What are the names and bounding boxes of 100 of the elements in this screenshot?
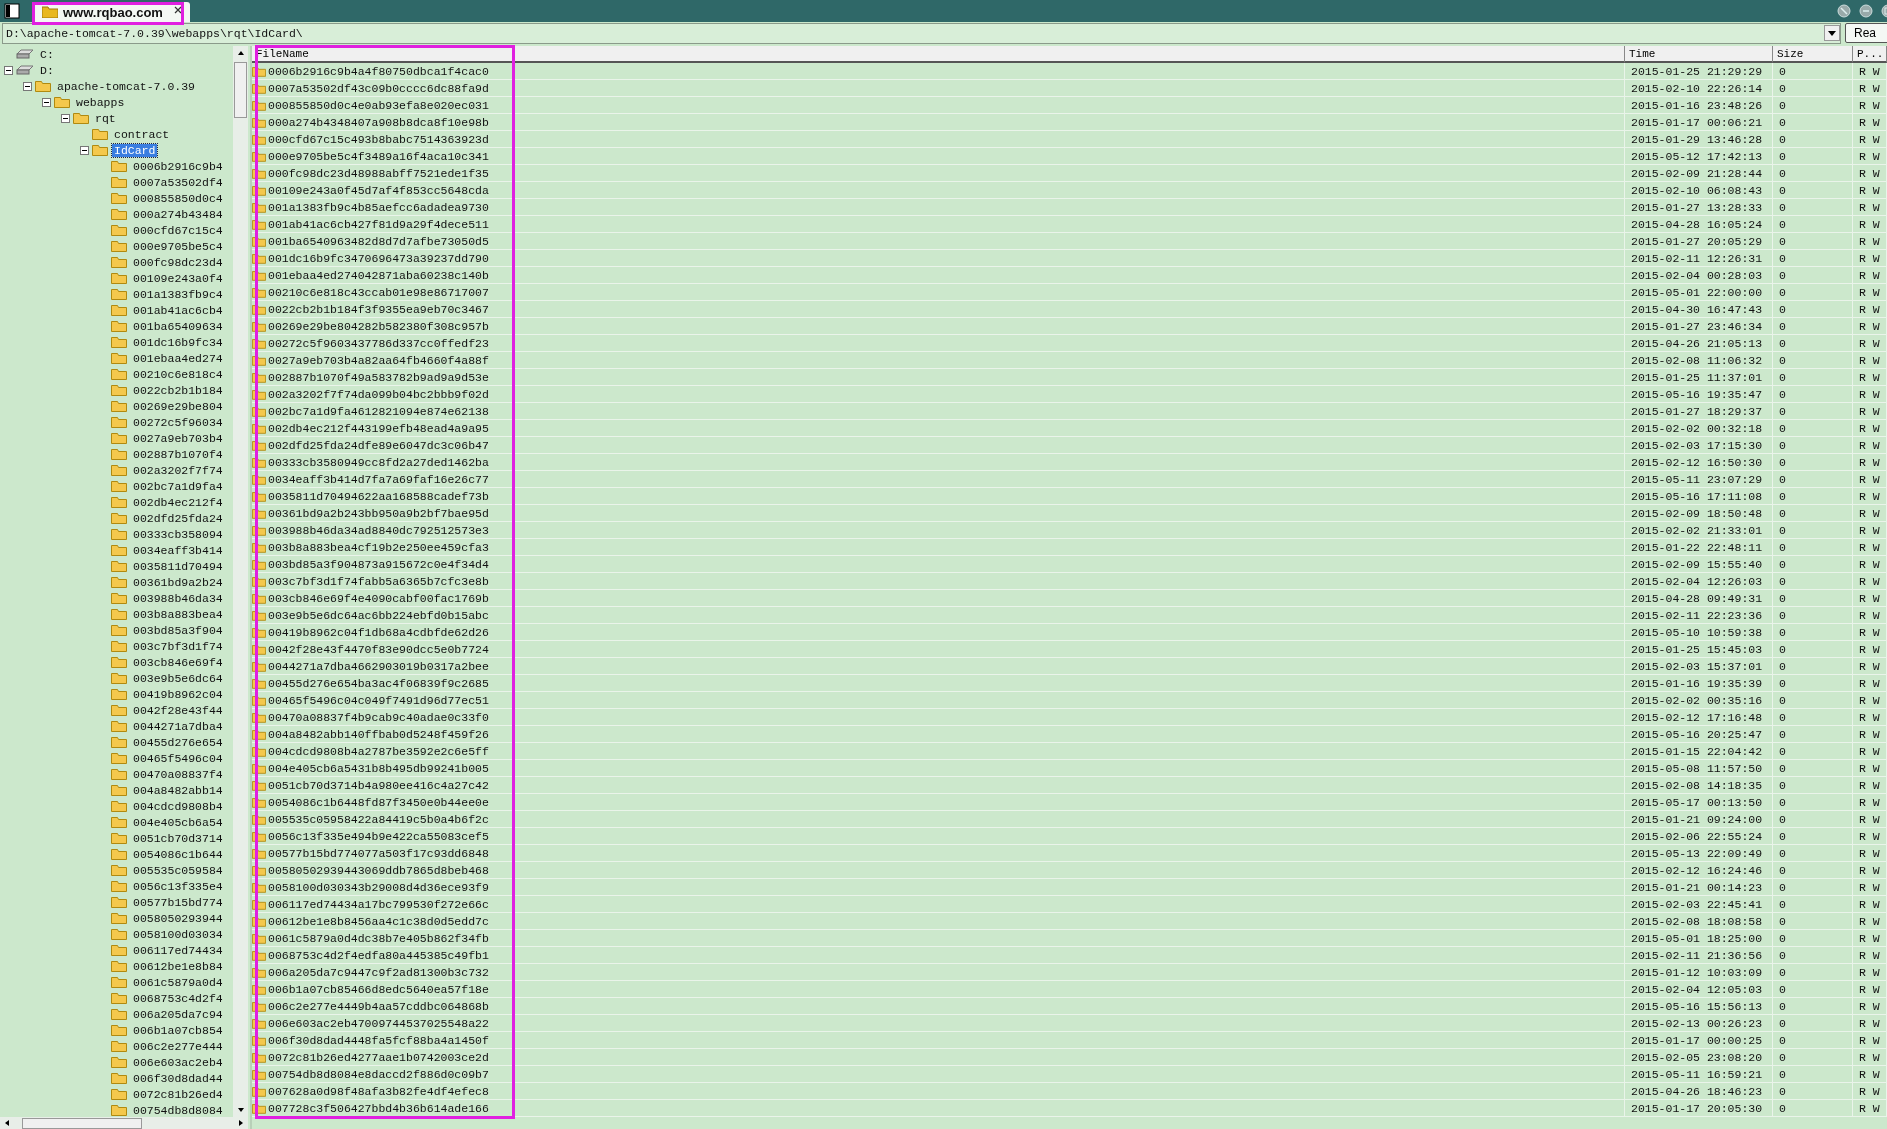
file-name[interactable]: 00470a08837f4b9cab9c40adae0c33f0 [268, 710, 489, 724]
tree-item[interactable]: 0034eaff3b414 [131, 543, 225, 557]
tree-toggle[interactable] [4, 65, 13, 75]
tree-item[interactable]: 00612be1e8b84 [131, 959, 225, 973]
file-name[interactable]: 00580502939443069ddb7865d8beb468 [268, 863, 489, 877]
file-name[interactable]: 004cdcd9808b4a2787be3592e2c6e5ff [268, 744, 489, 758]
file-name[interactable]: 006c2e277e4449b4aa57cddbc064868b [268, 999, 489, 1013]
file-name[interactable]: 000a274b4348407a908b8dca8f10e98b [268, 115, 489, 129]
file-name[interactable]: 0022cb2b1b184f3f9355ea9eb70c3467 [268, 302, 489, 316]
tree-item[interactable]: 002db4ec212f4 [131, 495, 225, 509]
file-name[interactable]: 001ebaa4ed274042871aba60238c140b [268, 268, 489, 282]
tree-item[interactable]: D: [38, 63, 56, 77]
file-name[interactable]: 0044271a7dba4662903019b0317a2bee [268, 659, 489, 673]
file-name[interactable]: 001a1383fb9c4b85aefcc6adadea9730 [268, 200, 489, 214]
tree-item[interactable]: 0027a9eb703b4 [131, 431, 225, 445]
tree-item[interactable]: 003c7bf3d1f74 [131, 639, 225, 653]
window-control-icon[interactable] [1837, 4, 1851, 18]
tree-item[interactable]: 00455d276e654 [131, 735, 225, 749]
scroll-thumb[interactable] [22, 1117, 142, 1129]
scroll-thumb[interactable] [234, 62, 247, 118]
tree-item[interactable]: 006117ed74434 [131, 943, 225, 957]
tree-toggle[interactable] [23, 81, 32, 91]
tree-item[interactable]: 00272c5f96034 [131, 415, 225, 429]
tree-item[interactable]: 0058050293944 [131, 911, 225, 925]
tree-item[interactable]: 000fc98dc23d4 [131, 255, 225, 269]
horizontal-scrollbar[interactable] [0, 1117, 248, 1129]
tree-item[interactable]: 006b1a07cb854 [131, 1023, 225, 1037]
file-name[interactable]: 002887b1070f49a583782b9ad9a9d53e [268, 370, 489, 384]
close-icon[interactable] [173, 6, 182, 14]
tree-item[interactable]: 0056c13f335e4 [131, 879, 225, 893]
file-name[interactable]: 002bc7a1d9fa4612821094e874e62138 [268, 404, 489, 418]
file-name[interactable]: 003b8a883bea4cf19b2e250ee459cfa3 [268, 540, 489, 554]
tree-item[interactable]: 0006b2916c9b4 [131, 159, 225, 173]
file-name[interactable]: 0042f28e43f4470f83e90dcc5e0b7724 [268, 642, 489, 656]
file-name[interactable]: 00455d276e654ba3ac4f06839f9c2685 [268, 676, 489, 690]
window-control-icon[interactable] [1859, 4, 1873, 18]
tree-item[interactable]: 004cdcd9808b4 [131, 799, 225, 813]
file-name[interactable]: 00612be1e8b8456aa4c1c38d0d5edd7c [268, 914, 489, 928]
tree-item[interactable]: 005535c059584 [131, 863, 225, 877]
tree-item[interactable]: 0035811d70494 [131, 559, 225, 573]
file-name[interactable]: 0035811d70494622aa168588cadef73b [268, 489, 489, 503]
tree-item[interactable]: 0051cb70d3714 [131, 831, 225, 845]
tree-item[interactable]: 00465f5496c04 [131, 751, 225, 765]
file-name[interactable]: 006e603ac2eb47009744537025548a22 [268, 1016, 489, 1030]
tree-item[interactable]: 00361bd9a2b24 [131, 575, 225, 589]
file-name[interactable]: 002dfd25fda24dfe89e6047dc3c06b47 [268, 438, 489, 452]
file-name[interactable]: 006a205da7c9447c9f2ad81300b3c732 [268, 965, 489, 979]
tree-item[interactable]: 000a274b43484 [131, 207, 225, 221]
file-name[interactable]: 003988b46da34ad8840dc792512573e3 [268, 523, 489, 537]
file-name[interactable]: 00577b15bd774077a503f17c93dd6848 [268, 846, 489, 860]
tree-item[interactable]: C: [38, 47, 56, 61]
tree-item[interactable]: 003bd85a3f904 [131, 623, 225, 637]
file-name[interactable]: 001ab41ac6cb427f81d9a29f4dece511 [268, 217, 489, 231]
file-name[interactable]: 003bd85a3f904873a915672c0e4f34d4 [268, 557, 489, 571]
file-name[interactable]: 00333cb3580949cc8fd2a27ded1462ba [268, 455, 489, 469]
file-name[interactable]: 006b1a07cb85466d8edc5640ea57f18e [268, 982, 489, 996]
tree-item[interactable]: 0022cb2b1b184 [131, 383, 225, 397]
file-name[interactable]: 0072c81b26ed4277aae1b0742003ce2d [268, 1050, 489, 1064]
tree-item[interactable]: 001ba65409634 [131, 319, 225, 333]
file-name[interactable]: 00272c5f9603437786d337cc0ffedf23 [268, 336, 489, 350]
tree-item[interactable]: 0061c5879a0d4 [131, 975, 225, 989]
file-name[interactable]: 00754db8d8084e8daccd2f886d0c09b7 [268, 1067, 489, 1081]
file-name[interactable]: 007728c3f506427bbd4b36b614ade166 [268, 1101, 489, 1115]
tree-item[interactable]: 00109e243a0f4 [131, 271, 225, 285]
tree-item[interactable]: 001dc16b9fc34 [131, 335, 225, 349]
tree-item[interactable]: 006a205da7c94 [131, 1007, 225, 1021]
tree-item[interactable]: 001ebaa4ed274 [131, 351, 225, 365]
file-name[interactable]: 000855850d0c4e0ab93efa8e020ec031 [268, 98, 489, 112]
file-name[interactable]: 0056c13f335e494b9e422ca55083cef5 [268, 829, 489, 843]
tree-item[interactable]: 006c2e277e444 [131, 1039, 225, 1053]
file-name[interactable]: 0027a9eb703b4a82aa64fb4660f4a88f [268, 353, 489, 367]
tree-item[interactable]: webapps [74, 95, 127, 109]
address-field[interactable]: D:\apache-tomcat-7.0.39\webapps\rqt\IdCard\ [2, 22, 1841, 44]
file-name[interactable]: 0068753c4d2f4edfa80a445385c49fb1 [268, 948, 489, 962]
file-name[interactable]: 0051cb70d3714b4a980ee416c4a27c42 [268, 778, 489, 792]
read-button[interactable]: Rea [1845, 23, 1887, 43]
tree-item[interactable]: 00210c6e818c4 [131, 367, 225, 381]
file-name[interactable]: 005535c05958422a84419c5b0a4b6f2c [268, 812, 489, 826]
tree-item[interactable]: 004e405cb6a54 [131, 815, 225, 829]
tree-item[interactable]: 003cb846e69f4 [131, 655, 225, 669]
file-name[interactable]: 00109e243a0f45d7af4f853cc5648cda [268, 183, 489, 197]
tree-item[interactable]: 0072c81b26ed4 [131, 1087, 225, 1101]
file-name[interactable]: 006f30d8dad4448fa5fcf88ba4a1450f [268, 1033, 489, 1047]
file-name[interactable]: 001dc16b9fc3470696473a39237dd790 [268, 251, 489, 265]
tree-item[interactable]: 0042f28e43f44 [131, 703, 225, 717]
tree-item[interactable]: 002887b1070f4 [131, 447, 225, 461]
file-name[interactable]: 007628a0d98f48afa3b82fe4df4efec8 [268, 1084, 489, 1098]
file-name[interactable]: 00210c6e818c43ccab01e98e86717007 [268, 285, 489, 299]
tree-item[interactable]: 00577b15bd774 [131, 895, 225, 909]
tree-toggle[interactable] [61, 113, 70, 123]
tree-item[interactable]: 00269e29be804 [131, 399, 225, 413]
file-name[interactable]: 0061c5879a0d4dc38b7e405b862f34fb [268, 931, 489, 945]
tree-item[interactable]: 0007a53502df4 [131, 175, 225, 189]
column-header[interactable]: P... [1853, 46, 1887, 63]
tree-item[interactable]: 0044271a7dba4 [131, 719, 225, 733]
file-name[interactable]: 003c7bf3d1f74fabb5a6365b7cfc3e8b [268, 574, 489, 588]
file-name[interactable]: 000e9705be5c4f3489a16f4aca10c341 [268, 149, 489, 163]
file-name[interactable]: 0058100d030343b29008d4d36ece93f9 [268, 880, 489, 894]
tree-item[interactable]: 001a1383fb9c4 [131, 287, 225, 301]
tree-item[interactable]: 000cfd67c15c4 [131, 223, 225, 237]
